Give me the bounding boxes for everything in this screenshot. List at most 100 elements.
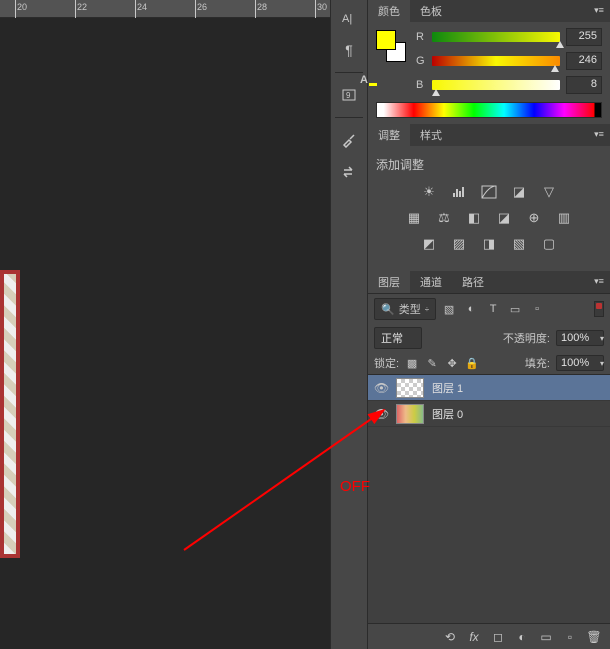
color-lookup-icon[interactable]: ▥ [554, 209, 574, 227]
canvas-area[interactable]: 20 22 24 26 28 30 [0, 0, 330, 649]
tab-paths[interactable]: 路径 [452, 271, 494, 293]
chevron-down-icon[interactable]: ▾ [600, 359, 604, 368]
panel-column: 颜色 色板 ▾≡ A R 255 G 246 [368, 0, 610, 649]
vibrance-icon[interactable]: ▽ [539, 183, 559, 201]
lock-transparent-icon[interactable]: ▩ [405, 356, 419, 370]
g-label: G [416, 55, 426, 67]
adjustments-title: 添加调整 [376, 156, 602, 173]
bw-icon[interactable]: ◧ [464, 209, 484, 227]
g-slider[interactable] [432, 56, 560, 66]
kind-filter[interactable]: 🔍类型÷ [374, 298, 436, 320]
tab-adjustments[interactable]: 调整 [368, 124, 410, 146]
layer-name[interactable]: 图层 0 [432, 406, 463, 422]
brush-icon[interactable] [337, 128, 361, 152]
ruler-tick-label: 30 [317, 2, 327, 12]
tab-channels[interactable]: 通道 [410, 271, 452, 293]
threshold-icon[interactable]: ◨ [479, 235, 499, 253]
ruler-tick-label: 28 [257, 2, 267, 12]
visibility-icon[interactable]: 👁 [374, 381, 388, 395]
opacity-label: 不透明度: [503, 330, 550, 346]
ruler-tick-label: 26 [197, 2, 207, 12]
brightness-icon[interactable]: ☀ [419, 183, 439, 201]
fx-icon[interactable]: fx [466, 629, 482, 645]
selective-color-icon[interactable]: ▢ [539, 235, 559, 253]
r-value[interactable]: 255 [566, 28, 602, 46]
mask-icon[interactable]: ◻ [490, 629, 506, 645]
filter-type-icon[interactable]: T [484, 300, 502, 318]
blend-opacity-row: 正常 ÷ 不透明度: 100% ▾ [368, 324, 610, 352]
fill-input[interactable]: 100% [556, 355, 604, 371]
layer-thumbnail[interactable] [396, 404, 424, 424]
link-layers-icon[interactable]: ⟲ [442, 629, 458, 645]
layer-row[interactable]: 👁 图层 0 [368, 401, 610, 427]
curves-icon[interactable] [479, 183, 499, 201]
filter-toggle[interactable] [594, 301, 604, 317]
tab-layers[interactable]: 图层 [368, 271, 410, 293]
lock-position-icon[interactable]: ✥ [445, 356, 459, 370]
tab-color[interactable]: 颜色 [368, 0, 410, 22]
document-content[interactable] [0, 270, 20, 558]
balance-icon[interactable]: ⚖ [434, 209, 454, 227]
fill-label: 填充: [525, 355, 550, 371]
tab-swatches[interactable]: 色板 [410, 0, 452, 22]
collapsed-panel-strip: A| ¶ 9 [330, 0, 368, 649]
panel-menu-icon[interactable]: ▾≡ [592, 274, 606, 288]
opacity-input[interactable]: 100% [556, 330, 604, 346]
b-label: B [416, 79, 426, 91]
gradient-map-icon[interactable]: ▧ [509, 235, 529, 253]
ruler-tick-label: 20 [17, 2, 27, 12]
chevron-down-icon[interactable]: ▾ [600, 334, 604, 343]
trash-icon[interactable]: 🗑 [586, 629, 602, 645]
b-slider[interactable] [432, 80, 560, 90]
invert-icon[interactable]: ◩ [419, 235, 439, 253]
filter-adjust-icon[interactable]: ◐ [462, 300, 480, 318]
adjust-panel-tabs: 调整 样式 ▾≡ [368, 124, 610, 146]
blend-mode-select[interactable]: 正常 [374, 327, 422, 349]
lock-all-icon[interactable]: 🔒 [465, 356, 479, 370]
visibility-icon[interactable]: 👁 [374, 407, 388, 421]
exposure-icon[interactable]: ◪ [509, 183, 529, 201]
layer-name[interactable]: 图层 1 [432, 380, 463, 396]
hue-icon[interactable]: ▦ [404, 209, 424, 227]
color-spectrum[interactable] [376, 102, 602, 118]
glyphs-icon[interactable]: 9 [337, 83, 361, 107]
layer-thumbnail[interactable] [396, 378, 424, 398]
swap-icon[interactable] [337, 160, 361, 184]
new-layer-icon[interactable]: ▫ [562, 629, 578, 645]
character-icon[interactable]: A| [337, 6, 361, 30]
layers-filter-row: 🔍类型÷ ▧ ◐ T ▭ ▫ [368, 293, 610, 324]
panel-menu-icon[interactable]: ▾≡ [592, 127, 606, 141]
layer-row[interactable]: 👁 图层 1 [368, 375, 610, 401]
layers-panel-tabs: 图层 通道 路径 ▾≡ [368, 271, 610, 293]
filter-smart-icon[interactable]: ▫ [528, 300, 546, 318]
b-value[interactable]: 8 [566, 76, 602, 94]
foreground-color-swatch[interactable] [376, 30, 396, 50]
panel-menu-icon[interactable]: ▾≡ [592, 3, 606, 17]
tab-styles[interactable]: 样式 [410, 124, 452, 146]
levels-icon[interactable] [449, 183, 469, 201]
annotation-off-label: OFF [340, 478, 370, 495]
photo-filter-icon[interactable]: ◪ [494, 209, 514, 227]
filter-pixel-icon[interactable]: ▧ [440, 300, 458, 318]
paragraph-icon[interactable]: ¶ [337, 38, 361, 62]
color-panel-tabs: 颜色 色板 ▾≡ [368, 0, 610, 22]
channel-mixer-icon[interactable]: ⊕ [524, 209, 544, 227]
group-icon[interactable]: ▭ [538, 629, 554, 645]
horizontal-ruler[interactable]: 20 22 24 26 28 30 [0, 0, 330, 18]
ruler-tick-label: 22 [77, 2, 87, 12]
g-value[interactable]: 246 [566, 52, 602, 70]
layers-list[interactable]: 👁 图层 1 👁 图层 0 [368, 374, 610, 623]
svg-text:9: 9 [346, 91, 351, 100]
adjustments-panel: 添加调整 ☀ ◪ ▽ ▦ ⚖ ◧ ◪ ⊕ ▥ ◩ ▨ ◨ ▧ ▢ [368, 146, 610, 271]
r-label: R [416, 31, 426, 43]
fg-bg-swatch[interactable] [376, 30, 408, 66]
lock-paint-icon[interactable]: ✎ [425, 356, 439, 370]
filter-shape-icon[interactable]: ▭ [506, 300, 524, 318]
text-color-icon[interactable]: A [360, 74, 377, 86]
r-slider[interactable] [432, 32, 560, 42]
adjustment-layer-icon[interactable]: ◐ [514, 629, 530, 645]
lock-label: 锁定: [374, 355, 399, 371]
layers-bottom-bar: ⟲ fx ◻ ◐ ▭ ▫ 🗑 [368, 623, 610, 649]
ruler-tick-label: 24 [137, 2, 147, 12]
posterize-icon[interactable]: ▨ [449, 235, 469, 253]
